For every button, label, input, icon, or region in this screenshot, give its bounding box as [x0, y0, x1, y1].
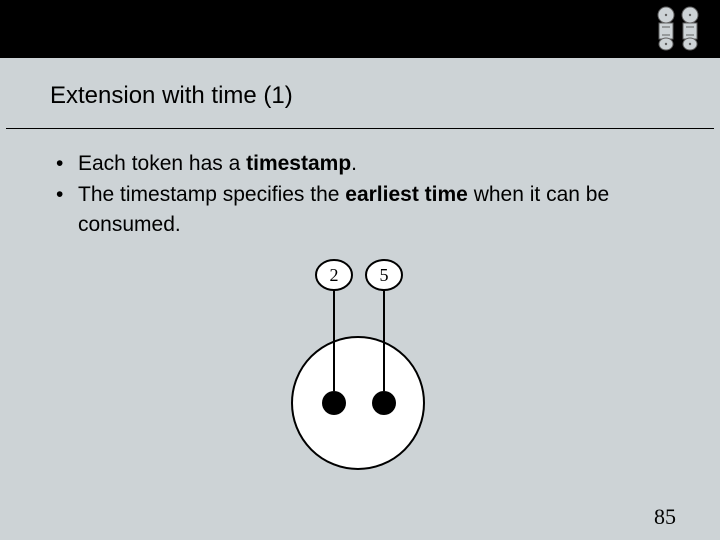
bullet-text: . [351, 152, 357, 175]
petri-net-icon: 2 5 [230, 253, 490, 473]
bullet-text-bold: timestamp [246, 152, 351, 175]
bullet-text-bold: earliest time [345, 183, 468, 206]
bullet-list: Each token has a timestamp. The timestam… [56, 149, 664, 239]
token-timestamp-right: 5 [380, 265, 389, 285]
page-number: 85 [654, 504, 676, 530]
bullet-text: The timestamp specifies the [78, 183, 345, 206]
bullet-item: Each token has a timestamp. [56, 149, 664, 178]
token-timestamp-left: 2 [330, 265, 339, 285]
bullet-item: The timestamp specifies the earliest tim… [56, 180, 664, 239]
diagram: 2 5 [56, 253, 664, 473]
title-bar [0, 0, 720, 58]
corner-logo-icon [650, 6, 706, 57]
slide-content: Each token has a timestamp. The timestam… [0, 129, 720, 473]
bullet-text: Each token has a [78, 152, 246, 175]
slide-title: Extension with time (1) [6, 58, 714, 129]
